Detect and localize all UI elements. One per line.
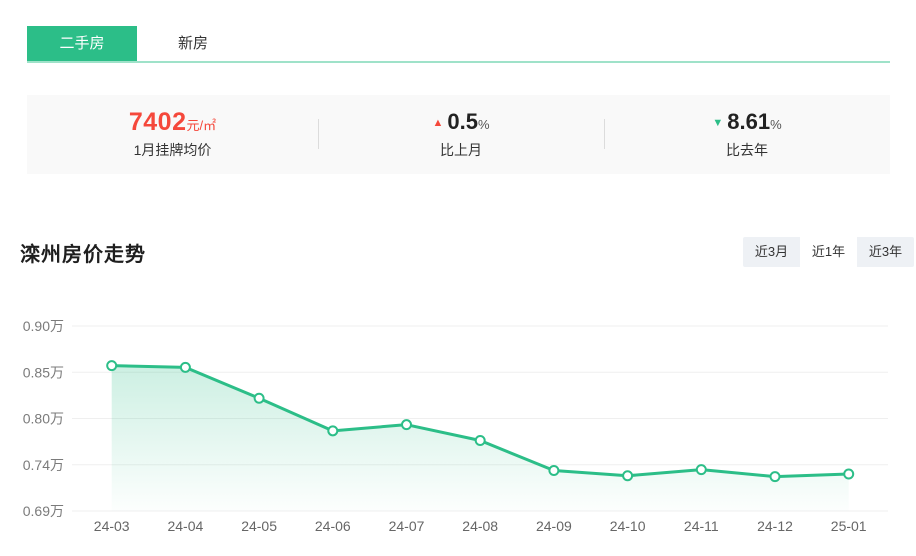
y-tick-label: 0.69万	[23, 503, 64, 519]
y-tick-label: 0.85万	[23, 364, 64, 380]
mom-caption: 比上月	[318, 140, 604, 160]
y-tick-label: 0.90万	[23, 318, 64, 334]
data-point-25-01[interactable]	[844, 470, 853, 479]
mom-value: 0.5	[447, 109, 478, 134]
tab-new-house[interactable]: 新房	[137, 26, 249, 61]
data-point-24-04[interactable]	[181, 363, 190, 372]
price-trend-chart[interactable]: 0.90万 0.85万 0.80万 0.74万 0.69万 24-03 24-04 24-05…	[0, 300, 916, 556]
data-point-24-09[interactable]	[549, 466, 558, 475]
up-triangle-icon: ▲	[432, 110, 443, 136]
stat-year-over-year: ▼8.61% 比去年	[604, 95, 890, 174]
yoy-value: 8.61	[727, 109, 770, 134]
price-caption: 1月挂牌均价	[27, 140, 318, 160]
x-tick-label: 24-04	[167, 518, 203, 534]
x-tick-label: 24-07	[389, 518, 425, 534]
data-point-24-10[interactable]	[623, 471, 632, 480]
range-button-3m[interactable]: 近3月	[743, 237, 800, 267]
x-tick-label: 24-09	[536, 518, 572, 534]
price-unit: 元/㎡	[187, 118, 217, 133]
tabbar-underline	[27, 61, 890, 63]
mom-unit: %	[478, 117, 490, 132]
x-tick-label: 24-11	[684, 518, 719, 534]
x-tick-label: 24-10	[610, 518, 646, 534]
data-point-24-06[interactable]	[328, 426, 337, 435]
range-button-1y[interactable]: 近1年	[800, 237, 857, 267]
x-tick-label: 24-05	[241, 518, 277, 534]
y-axis-labels: 0.90万 0.85万 0.80万 0.74万 0.69万	[23, 318, 64, 519]
data-point-24-03[interactable]	[107, 361, 116, 370]
x-tick-label: 24-03	[94, 518, 130, 534]
range-switcher: 近3月 近1年 近3年	[743, 237, 914, 267]
stats-panel: 7402元/㎡ 1月挂牌均价 ▲0.5% 比上月 ▼8.61% 比去年	[27, 95, 890, 174]
data-point-24-05[interactable]	[255, 394, 264, 403]
yoy-unit: %	[770, 117, 782, 132]
x-axis-labels: 24-03 24-04 24-05 24-06 24-07 24-08 24-09 24-10…	[94, 518, 867, 534]
x-tick-label: 24-08	[462, 518, 498, 534]
y-tick-label: 0.80万	[23, 411, 64, 427]
chart-title: 滦州房价走势	[20, 238, 146, 267]
price-value: 7402	[129, 108, 187, 136]
housing-price-page: 二手房 新房 7402元/㎡ 1月挂牌均价 ▲0.5% 比上月 ▼8.61% 比…	[0, 0, 916, 556]
stat-month-over-month: ▲0.5% 比上月	[318, 95, 604, 174]
x-tick-label: 24-06	[315, 518, 351, 534]
stat-current-price: 7402元/㎡ 1月挂牌均价	[27, 95, 318, 174]
x-tick-label: 24-12	[757, 518, 793, 534]
down-triangle-icon: ▼	[712, 110, 723, 136]
data-point-24-11[interactable]	[697, 465, 706, 474]
yoy-caption: 比去年	[604, 140, 890, 160]
y-tick-label: 0.74万	[23, 457, 64, 473]
data-point-24-08[interactable]	[476, 436, 485, 445]
data-point-24-12[interactable]	[771, 472, 780, 481]
range-button-3y[interactable]: 近3年	[857, 237, 914, 267]
x-tick-label: 25-01	[831, 518, 867, 534]
tab-second-hand[interactable]: 二手房	[27, 26, 137, 61]
data-point-24-07[interactable]	[402, 420, 411, 429]
